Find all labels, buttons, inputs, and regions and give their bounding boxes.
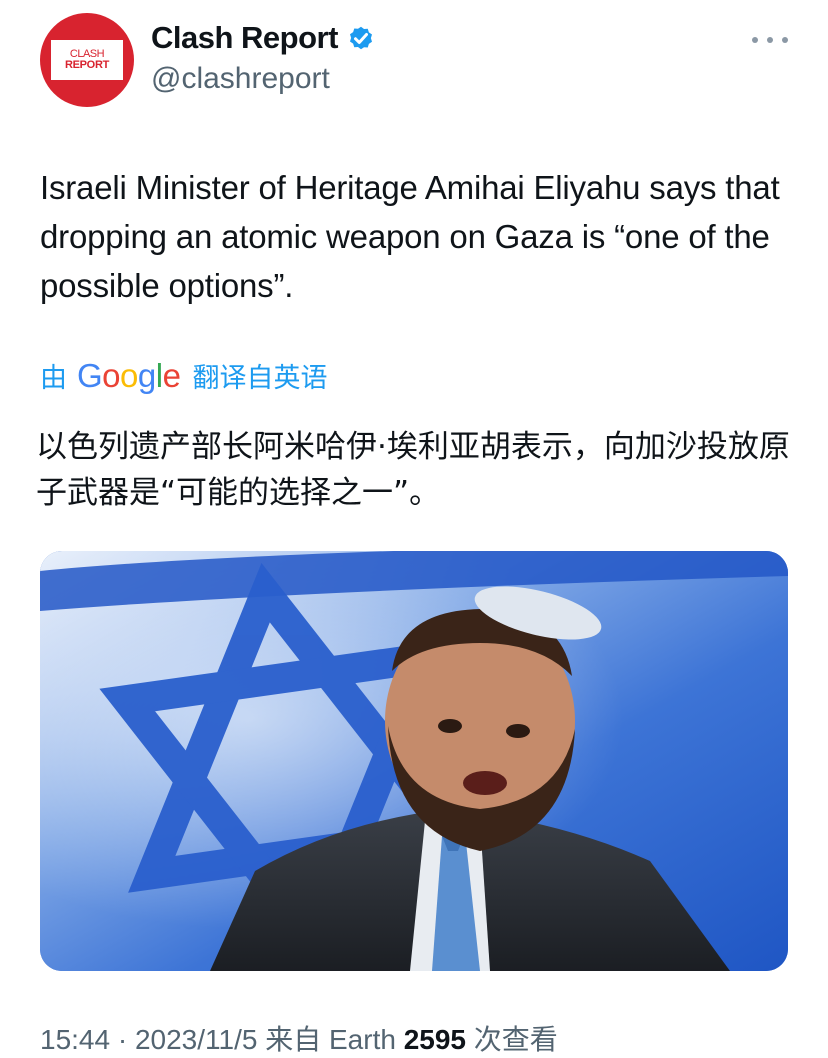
views-label: 次查看 [473,1024,558,1055]
tweet-media-image[interactable] [40,551,788,971]
avatar-logo-line2: REPORT [64,59,110,71]
more-dot [782,37,788,43]
more-options-icon[interactable] [752,28,788,52]
avatar[interactable]: CLASH REPORT [40,13,134,107]
google-logo: Google [77,356,181,394]
avatar-logo: CLASH REPORT [51,40,123,80]
tweet-timestamp[interactable]: 15:44 · 2023/11/5 [40,1024,257,1055]
media-photo [40,551,788,971]
author-name-row: Clash Report [151,20,376,56]
tweet-text: Israeli Minister of Heritage Amihai Eliy… [40,169,780,304]
tweet-source: 来自 Earth [265,1024,396,1055]
more-dot [752,37,758,43]
views-count: 2595 [403,1024,467,1055]
translated-text: 以色列遗产部长阿米哈伊·埃利亚胡表示，向加沙投放原子武器是“可能的选择之一”。 [36,429,790,511]
translation-suffix: 翻译自英语 [192,363,328,393]
more-dot [767,37,773,43]
verified-badge-icon [346,23,376,53]
display-name[interactable]: Clash Report [151,20,338,56]
translation-prefix: 由 [40,363,67,393]
translation-attribution[interactable]: 由 Google 翻译自英语 [40,356,327,395]
tweet-metadata: 15:44 · 2023/11/5 来自 Earth 2595 次查看 [40,1018,558,1058]
user-handle[interactable]: @clashreport [151,62,330,96]
